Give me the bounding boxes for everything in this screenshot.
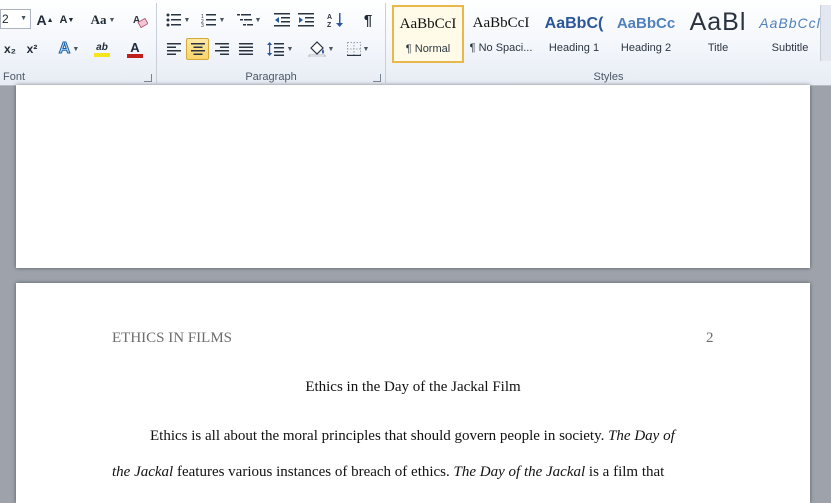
justify-button[interactable] xyxy=(234,38,257,60)
styles-scroll-button[interactable] xyxy=(820,5,831,61)
styles-group-label: Styles xyxy=(593,71,624,83)
borders-icon xyxy=(346,42,361,56)
style-label: Subtitle xyxy=(771,42,809,54)
svg-text:A: A xyxy=(327,14,332,21)
align-center-button[interactable] xyxy=(186,38,209,60)
font-group-label: Font xyxy=(3,71,26,83)
font-size-box[interactable]: 2 ▼ xyxy=(0,9,31,29)
style-sample: AaBbCcI xyxy=(399,16,457,32)
borders-button[interactable]: ▼ xyxy=(342,38,374,60)
text-effects-button[interactable]: A ▼ xyxy=(55,38,83,60)
style-sample: AaBl xyxy=(689,8,747,36)
style-sample: AaBbCcl xyxy=(759,15,821,31)
style-label: Heading 1 xyxy=(548,42,600,54)
style-normal[interactable]: AaBbCcI ¶ Normal xyxy=(392,5,464,63)
highlight-color-bar xyxy=(94,52,110,57)
align-right-icon xyxy=(214,43,229,55)
style-sample: AaBbC( xyxy=(544,15,604,32)
superscript-icon: x² xyxy=(26,42,38,56)
pilcrow-icon: ¶ xyxy=(363,11,373,29)
font-size-value: 2 xyxy=(2,12,9,26)
svg-text:Z: Z xyxy=(327,22,332,28)
shrink-font-icon: A xyxy=(59,14,68,26)
font-color-bar xyxy=(127,53,143,58)
style-heading-1[interactable]: AaBbC( Heading 1 xyxy=(538,5,610,63)
style-subtitle[interactable]: AaBbCcl Subtitle xyxy=(754,5,826,63)
film-title-italic: The Day of xyxy=(608,428,675,444)
film-title-italic: the Jackal xyxy=(112,464,174,480)
superscript-button[interactable]: x² xyxy=(22,38,42,60)
style-label: Heading 2 xyxy=(620,42,672,54)
align-left-button[interactable] xyxy=(162,38,185,60)
style-sample: AaBbCcI xyxy=(472,15,530,31)
line-spacing-icon xyxy=(266,42,284,56)
shading-button[interactable]: ▼ xyxy=(305,38,337,60)
decrease-indent-icon xyxy=(274,13,290,27)
style-no-spacing[interactable]: AaBbCcI ¶ No Spaci... xyxy=(465,5,537,63)
justify-icon xyxy=(238,43,253,55)
para-text: features various instances of breach of … xyxy=(173,464,454,480)
font-group: 2 ▼ A ▲ A ▼ Aa ▼ A x₂ x² A ▼ ab A Font xyxy=(0,0,156,85)
align-left-icon xyxy=(166,43,181,55)
style-heading-2[interactable]: AaBbCc Heading 2 xyxy=(610,5,682,63)
paragraph-dialog-launcher[interactable] xyxy=(373,74,381,82)
change-case-button[interactable]: Aa ▼ xyxy=(88,9,118,31)
multilevel-list-icon xyxy=(236,14,253,26)
increase-indent-icon xyxy=(298,13,314,27)
show-hide-marks-button[interactable]: ¶ xyxy=(357,9,379,31)
ribbon: 2 ▼ A ▲ A ▼ Aa ▼ A x₂ x² A ▼ ab A Font ▼… xyxy=(0,0,831,86)
svg-text:3: 3 xyxy=(201,23,204,27)
film-title-italic: The Day of the Jackal xyxy=(453,464,586,480)
para-text: Ethics is all about the moral principles… xyxy=(150,428,609,444)
numbering-button[interactable]: 1 2 3 ▼ xyxy=(197,9,229,31)
clear-formatting-icon: A xyxy=(133,15,148,28)
document-page-2[interactable]: ETHICS IN FILMS 2 Ethics in the Day of t… xyxy=(16,283,810,503)
body-paragraph: Ethics is all about the moral principles… xyxy=(112,418,714,454)
align-right-button[interactable] xyxy=(210,38,233,60)
body-paragraph-line2: the Jackal features various instances of… xyxy=(112,454,714,490)
increase-indent-button[interactable] xyxy=(295,9,317,31)
highlight-button[interactable]: ab xyxy=(86,38,118,60)
document-title: Ethics in the Day of the Jackal Film xyxy=(305,379,521,395)
style-title[interactable]: AaBl Title xyxy=(682,5,754,63)
align-center-icon xyxy=(190,43,205,55)
clear-formatting-button[interactable]: A xyxy=(129,9,151,31)
chevron-down-icon: ▼ xyxy=(20,15,27,22)
style-label: ¶ No Spaci... xyxy=(469,42,533,54)
paragraph-group: ▼ 1 2 3 ▼ ▼ A Z ¶ ▼ ▼ ▼ Paragraph xyxy=(157,0,385,85)
style-label: Title xyxy=(707,42,729,54)
style-label: ¶ Normal xyxy=(405,43,451,55)
change-case-icon: Aa xyxy=(90,12,107,27)
font-color-button[interactable]: A xyxy=(120,38,150,60)
style-sample: AaBbCc xyxy=(616,15,676,32)
numbering-icon: 1 2 3 xyxy=(201,14,216,27)
styles-gallery: AaBbCcI ¶ Normal AaBbCcI ¶ No Spaci... A… xyxy=(390,5,831,65)
paint-bucket-icon xyxy=(308,41,325,57)
font-color-icon: A xyxy=(130,39,140,55)
font-dialog-launcher[interactable] xyxy=(144,74,152,82)
shrink-font-button[interactable]: A ▼ xyxy=(57,9,77,31)
sort-icon: A Z xyxy=(327,13,343,28)
line-spacing-button[interactable]: ▼ xyxy=(265,38,295,60)
highlight-icon: ab xyxy=(96,41,108,53)
sort-button[interactable]: A Z xyxy=(324,9,348,31)
decrease-indent-button[interactable] xyxy=(271,9,293,31)
para-text: is a film that xyxy=(585,464,665,480)
document-page-1[interactable] xyxy=(16,85,810,268)
multilevel-list-button[interactable]: ▼ xyxy=(233,9,265,31)
grow-font-icon: A xyxy=(36,12,47,28)
paragraph-group-label: Paragraph xyxy=(245,71,297,83)
bullets-button[interactable]: ▼ xyxy=(163,9,193,31)
running-header: ETHICS IN FILMS xyxy=(112,330,233,346)
bullets-icon xyxy=(166,13,181,27)
text-effects-icon: A xyxy=(58,40,71,58)
grow-font-button[interactable]: A ▲ xyxy=(35,9,55,31)
page-number: 2 xyxy=(706,330,714,346)
subscript-button[interactable]: x₂ xyxy=(1,38,19,60)
subscript-icon: x₂ xyxy=(3,42,16,56)
